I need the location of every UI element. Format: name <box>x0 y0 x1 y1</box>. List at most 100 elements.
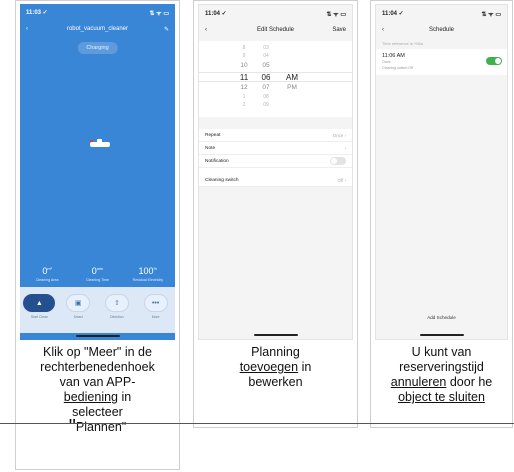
chevron-right-icon: › <box>344 177 346 183</box>
smart-button[interactable]: ▣ Smart <box>63 294 93 319</box>
add-schedule-button[interactable]: Add Schedule <box>376 315 507 320</box>
picker-hour: 1 <box>242 94 246 100</box>
caption-text: bediening <box>63 390 118 404</box>
device-title: robot_vacuum_cleaner <box>66 26 129 32</box>
schedule-detail: Cleaning switch:Off <box>382 65 413 70</box>
caption-step-3: U kunt van reserveringstijd annuleren do… <box>373 345 510 405</box>
setting-value: Off <box>337 177 344 183</box>
notification-toggle[interactable] <box>330 157 346 165</box>
caption-step-1: Klik op "Meer" in de rechterbenedenhoek … <box>18 345 177 438</box>
picker-minute: 05 <box>262 62 270 69</box>
status-time: 11:03 ✓ <box>26 10 48 16</box>
caption-text: in <box>118 390 132 404</box>
panel-device-control: 11:03 ✓ ⇅ ᯤ ▭ robot_vacuum_cleaner ‹ ✎ C… <box>15 0 180 470</box>
start-clean-button[interactable]: ▲ Start Clean <box>23 294 56 319</box>
schedule-settings: Repeat Once › Note › Notification Cleani… <box>199 129 352 187</box>
picker-hour: 9 <box>242 53 246 59</box>
picker-hour: 2 <box>242 102 246 108</box>
schedule-time: 11:06 AM <box>382 53 405 59</box>
nav-bar: robot_vacuum_cleaner ‹ ✎ <box>26 23 169 35</box>
page-title: Schedule <box>428 27 455 33</box>
stat-label: Cleaning Area <box>35 278 59 282</box>
picker-hour: 11 <box>239 73 249 82</box>
stats-row: 0m² Cleaning Area 0min Cleaning Time 100… <box>22 266 173 282</box>
setting-label: Cleaning switch <box>205 177 239 183</box>
direction-button[interactable]: ⇧ Direction <box>102 294 132 319</box>
note-row[interactable]: Note › <box>199 142 352 155</box>
nav-bar: Edit Schedule ‹ Save <box>205 24 346 36</box>
stat-label: Residual Electricity <box>132 278 163 282</box>
charging-status: Charging <box>77 42 118 54</box>
picker-minute: 04 <box>263 53 269 59</box>
caption-text: selecteer <box>72 405 123 419</box>
stat-cleaning-area: 0m² Cleaning Area <box>22 266 72 282</box>
time-picker[interactable]: 8 03 9 04 10 05 11 06 AM 12 07 PM 1 08 2… <box>199 41 352 117</box>
picker-minute: 06 <box>261 73 271 82</box>
caption-text: bewerken <box>248 375 303 389</box>
picker-hour: 10 <box>240 62 248 69</box>
caption-text: " <box>68 416 76 438</box>
picker-row-selected: 11 06 AM <box>199 72 352 82</box>
picker-minute: 07 <box>262 84 270 91</box>
setting-value: Once <box>332 132 344 138</box>
picker-hour: 12 <box>240 84 248 91</box>
stat-label: Cleaning Time <box>86 278 109 282</box>
divider-line <box>0 423 514 424</box>
caption-text: rechterbenedenhoek <box>40 360 155 374</box>
caption-step-2: Planning toevoegen in bewerken <box>196 345 355 390</box>
nav-bar: Schedule ‹ <box>382 24 501 36</box>
caption-text: Planning <box>251 345 300 359</box>
phone-screen-edit-schedule: 11:04 ✓ ⇅ ᯤ ▭ Edit Schedule ‹ Save 8 03 … <box>198 4 353 340</box>
status-icons: ⇅ ᯤ ▭ <box>326 12 346 18</box>
caption-text: in de <box>121 345 152 359</box>
notification-row: Notification <box>199 155 352 168</box>
chevron-right-icon: › <box>344 145 346 151</box>
chevron-right-icon: › <box>344 132 346 138</box>
status-bar: 11:04 ✓ ⇅ ᯤ ▭ <box>382 10 501 20</box>
stat-residual-electricity: 100% Residual Electricity <box>123 266 173 282</box>
picker-minute: 08 <box>263 94 269 100</box>
action-bar: ▲ Start Clean ▣ Smart ⇧ Direction ••• Mo… <box>20 287 175 333</box>
status-time: 11:04 ✓ <box>205 11 227 17</box>
status-time: 11:04 ✓ <box>382 11 404 17</box>
phone-screen-schedule: 11:04 ✓ ⇅ ᯤ ▭ Schedule ‹ Time reference … <box>375 4 508 340</box>
action-label: Start Clean <box>30 315 48 319</box>
caption-text: in <box>298 360 312 374</box>
setting-label: Notification <box>205 158 229 164</box>
phone-screen-device: 11:03 ✓ ⇅ ᯤ ▭ robot_vacuum_cleaner ‹ ✎ C… <box>20 4 175 340</box>
more-button[interactable]: ••• More <box>141 294 171 319</box>
status-icons: ⇅ ᯤ ▭ <box>149 11 169 17</box>
picker-ampm: PM <box>287 84 297 91</box>
home-indicator <box>253 334 298 336</box>
action-label: More <box>151 315 160 319</box>
panel-schedule-list: 11:04 ✓ ⇅ ᯤ ▭ Schedule ‹ Time reference … <box>370 0 513 428</box>
setting-label: Repeat <box>205 132 221 138</box>
schedule-repeat: Once <box>382 60 391 64</box>
more-icon: ••• <box>143 294 168 312</box>
caption-text: van van APP- <box>59 375 136 389</box>
schedule-item[interactable]: 11:06 AM Once Cleaning switch:Off <box>376 49 507 75</box>
caption-text: Klik op "Meer" <box>43 345 122 359</box>
picker-minute: 09 <box>263 102 269 108</box>
caption-text: object te sluiten <box>398 390 485 404</box>
status-icons: ⇅ ᯤ ▭ <box>481 12 501 18</box>
panel-edit-schedule: 11:04 ✓ ⇅ ᯤ ▭ Edit Schedule ‹ Save 8 03 … <box>193 0 358 428</box>
broom-icon: ▲ <box>23 294 56 312</box>
schedule-toggle[interactable] <box>486 57 502 65</box>
stat-unit: m² <box>47 266 52 271</box>
caption-text: toevoegen <box>239 360 299 374</box>
picker-hour: 8 <box>242 45 246 51</box>
cleaning-switch-row[interactable]: Cleaning switch Off › <box>199 174 352 187</box>
action-label: Direction <box>110 315 124 319</box>
home-indicator <box>419 334 464 336</box>
direction-icon: ⇧ <box>104 294 129 312</box>
status-bar: 11:03 ✓ ⇅ ᯤ ▭ <box>26 9 169 19</box>
repeat-row[interactable]: Repeat Once › <box>199 129 352 142</box>
status-bar: 11:04 ✓ ⇅ ᯤ ▭ <box>205 10 346 20</box>
smart-icon: ▣ <box>66 294 91 312</box>
stat-unit: % <box>153 266 158 271</box>
caption-text: door he <box>446 375 493 389</box>
timezone-note: Time reference is +08a <box>382 41 423 46</box>
stat-value: 100 <box>138 266 154 276</box>
picker-minute: 03 <box>263 45 269 51</box>
